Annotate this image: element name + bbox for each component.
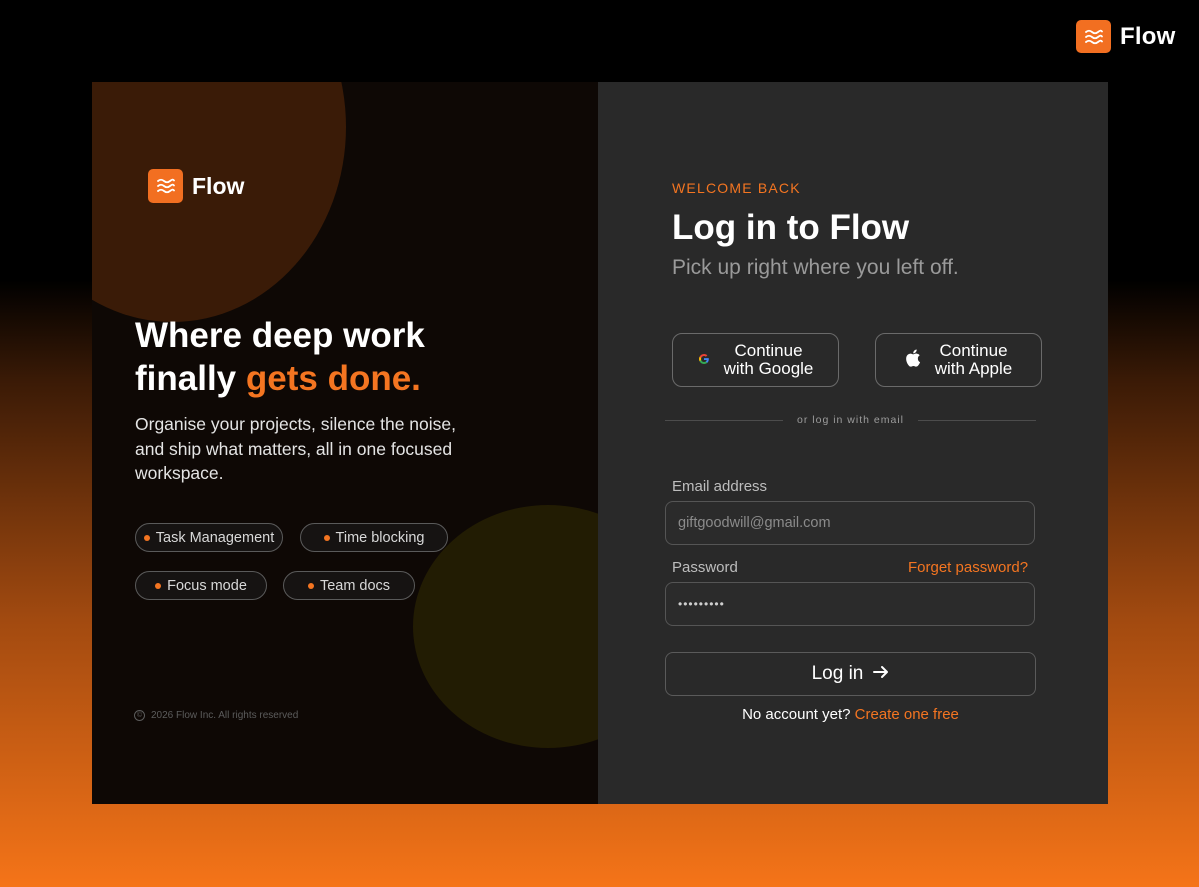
apple-label-line1: Continue: [939, 341, 1008, 360]
login-panel: WELCOME BACK Log in to Flow Pick up righ…: [598, 82, 1108, 804]
feature-pill: Focus mode: [135, 571, 267, 600]
bullet-dot-icon: [307, 582, 314, 589]
google-label-line1: Continue: [734, 341, 803, 360]
feature-label: Task Management: [155, 529, 275, 546]
brand-name: Flow: [192, 172, 245, 199]
apple-label-line2: with Apple: [934, 359, 1013, 378]
login-card: Flow Where deep work finally gets done. …: [92, 82, 1108, 804]
apple-icon: [905, 348, 921, 372]
feature-label: Time blocking: [335, 529, 425, 546]
apple-login-button[interactable]: Continue with Apple: [875, 333, 1042, 387]
bullet-dot-icon: [143, 534, 150, 541]
page-subtitle: Pick up right where you left off.: [672, 256, 959, 279]
copyright: © 2026 Flow Inc. All rights reserved: [134, 710, 298, 721]
hero-brand: Flow: [148, 169, 244, 203]
or-divider: or log in with email: [665, 413, 1037, 427]
feature-label: Team docs: [319, 577, 391, 594]
headline-line2: finally: [135, 359, 246, 398]
brand-name: Flow: [1120, 22, 1176, 50]
email-label: Email address: [672, 478, 768, 495]
forgot-password-link[interactable]: Forget password?: [908, 559, 1028, 576]
email-placeholder: giftgoodwill@gmail.com: [678, 515, 831, 531]
create-account-link[interactable]: Create one free: [855, 706, 959, 723]
password-value: •••••••••: [678, 597, 725, 611]
eyebrow-text: WELCOME BACK: [672, 180, 801, 196]
hero-panel: Flow Where deep work finally gets done. …: [92, 82, 598, 804]
login-button-label: Log in: [811, 663, 864, 684]
signup-text: No account yet?: [742, 706, 851, 723]
copyright-text: 2026 Flow Inc. All rights reserved: [151, 710, 299, 721]
feature-pill: Task Management: [135, 523, 283, 552]
google-button-label: Continue with Google: [724, 342, 814, 378]
bullet-dot-icon: [323, 534, 330, 541]
google-label-line2: with Google: [723, 359, 814, 378]
feature-pill: Team docs: [283, 571, 415, 600]
feature-label: Focus mode: [167, 577, 247, 594]
email-field[interactable]: giftgoodwill@gmail.com: [665, 501, 1035, 545]
arrow-right-icon: [873, 663, 889, 685]
divider-line: [665, 419, 784, 421]
google-icon: [698, 350, 710, 370]
headline-line1: Where deep work: [135, 316, 425, 355]
hero-headline: Where deep work finally gets done.: [135, 314, 565, 400]
headline-accent: gets done.: [245, 359, 421, 398]
login-button[interactable]: Log in: [665, 652, 1036, 696]
divider-line: [917, 419, 1037, 421]
apple-button-label: Continue with Apple: [935, 342, 1013, 378]
waves-icon: [1076, 20, 1111, 53]
copyright-icon: ©: [134, 710, 145, 721]
password-label: Password: [672, 559, 738, 576]
hero-description: Organise your projects, silence the nois…: [135, 414, 456, 483]
waves-icon: [148, 169, 183, 203]
password-field[interactable]: •••••••••: [665, 582, 1035, 626]
google-login-button[interactable]: Continue with Google: [672, 333, 839, 387]
bullet-dot-icon: [155, 582, 162, 589]
divider-text: or log in with email: [797, 414, 904, 426]
signup-prompt: No account yet? Create one free: [598, 706, 1103, 723]
page-title: Log in to Flow: [672, 208, 910, 247]
feature-pill: Time blocking: [300, 523, 448, 552]
top-brand[interactable]: Flow: [1076, 20, 1175, 53]
